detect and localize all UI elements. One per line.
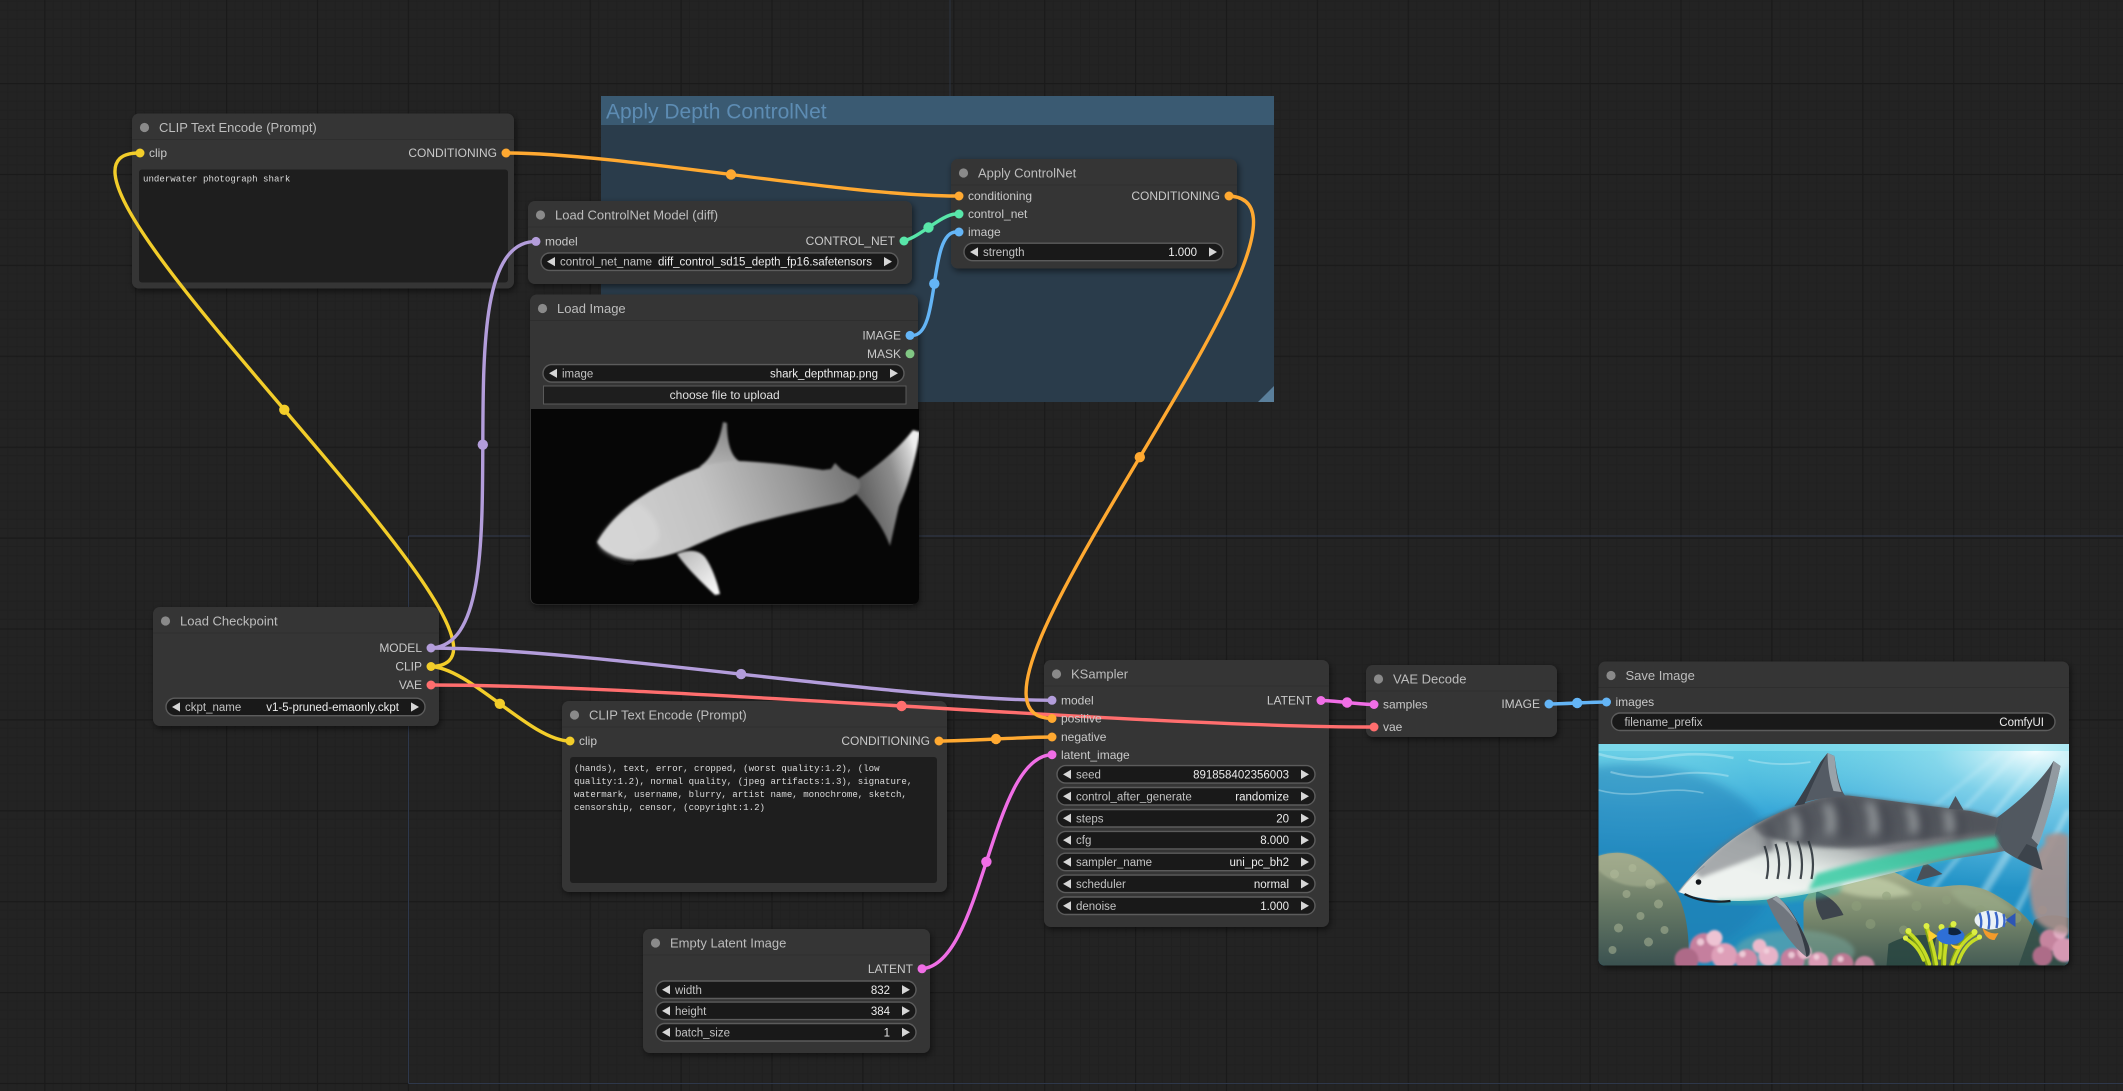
svg-text:control_net: control_net [968, 207, 1028, 221]
svg-text:Load Checkpoint: Load Checkpoint [180, 613, 278, 628]
svg-text:Load Image: Load Image [557, 301, 626, 316]
svg-text:MASK: MASK [867, 347, 901, 361]
svg-text:seed: seed [1076, 770, 1101, 782]
svg-text:CLIP Text Encode (Prompt): CLIP Text Encode (Prompt) [589, 707, 747, 722]
svg-text:height: height [675, 1006, 707, 1018]
svg-text:uni_pc_bh2: uni_pc_bh2 [1230, 857, 1289, 869]
svg-text:ComfyUI: ComfyUI [1999, 717, 2044, 729]
svg-text:control_after_generate: control_after_generate [1076, 791, 1192, 803]
svg-text:negative: negative [1061, 730, 1107, 744]
svg-text:8.000: 8.000 [1260, 835, 1289, 847]
svg-text:watermark, username, blurry, a: watermark, username, blurry, artist name… [574, 789, 907, 800]
svg-text:normal: normal [1254, 879, 1289, 891]
svg-text:clip: clip [579, 734, 597, 748]
svg-text:batch_size: batch_size [675, 1027, 730, 1039]
svg-text:Empty Latent Image: Empty Latent Image [670, 935, 786, 950]
svg-text:Apply Depth ControlNet: Apply Depth ControlNet [606, 101, 827, 124]
svg-text:images: images [1616, 695, 1655, 709]
svg-text:ckpt_name: ckpt_name [185, 702, 241, 714]
svg-text:conditioning: conditioning [968, 189, 1032, 203]
svg-text:891858402356003: 891858402356003 [1193, 770, 1289, 782]
svg-text:diff_control_sd15_depth_fp16.s: diff_control_sd15_depth_fp16.safetensors [658, 257, 872, 269]
svg-text:shark_depthmap.png: shark_depthmap.png [770, 368, 878, 380]
svg-text:image: image [968, 225, 1001, 239]
svg-text:choose file to upload: choose file to upload [670, 388, 780, 402]
svg-text:Load ControlNet Model (diff): Load ControlNet Model (diff) [555, 207, 718, 222]
svg-text:IMAGE: IMAGE [862, 329, 901, 343]
svg-text:LATENT: LATENT [868, 962, 914, 976]
svg-text:832: 832 [871, 985, 890, 997]
svg-text:positive: positive [1061, 712, 1102, 726]
svg-text:censorship, censor, (copyright: censorship, censor, (copyright:1.2) [574, 802, 765, 813]
svg-text:KSampler: KSampler [1071, 666, 1129, 681]
svg-text:CONDITIONING: CONDITIONING [841, 734, 930, 748]
svg-text:latent_image: latent_image [1061, 748, 1130, 762]
svg-text:MODEL: MODEL [379, 641, 422, 655]
svg-text:VAE Decode: VAE Decode [1393, 671, 1466, 686]
svg-text:Apply ControlNet: Apply ControlNet [978, 165, 1077, 180]
svg-text:width: width [674, 985, 702, 997]
svg-text:CONDITIONING: CONDITIONING [1131, 189, 1220, 203]
svg-text:1.000: 1.000 [1260, 901, 1289, 913]
svg-text:CLIP Text Encode (Prompt): CLIP Text Encode (Prompt) [159, 120, 317, 135]
svg-text:quality:1.2), normal quality,: quality:1.2), normal quality, (jpeg arti… [574, 776, 912, 787]
svg-text:steps: steps [1076, 813, 1104, 825]
svg-text:model: model [1061, 694, 1094, 708]
svg-text:(hands), text, error, cropped,: (hands), text, error, cropped, (worst qu… [574, 763, 880, 774]
svg-text:Save Image: Save Image [1626, 668, 1695, 683]
svg-text:clip: clip [149, 146, 167, 160]
svg-text:filename_prefix: filename_prefix [1625, 717, 1703, 729]
svg-text:384: 384 [871, 1006, 891, 1018]
svg-text:vae: vae [1383, 720, 1403, 734]
svg-text:VAE: VAE [399, 678, 422, 692]
svg-text:LATENT: LATENT [1267, 694, 1313, 708]
svg-text:randomize: randomize [1235, 791, 1289, 803]
svg-text:sampler_name: sampler_name [1076, 857, 1152, 869]
svg-text:cfg: cfg [1076, 835, 1091, 847]
svg-text:underwater photograph shark: underwater photograph shark [143, 174, 290, 185]
svg-text:CLIP: CLIP [395, 660, 422, 674]
svg-text:1.000: 1.000 [1168, 247, 1197, 259]
svg-text:denoise: denoise [1076, 901, 1116, 913]
svg-text:model: model [545, 235, 578, 249]
svg-text:CONDITIONING: CONDITIONING [408, 146, 497, 160]
svg-text:CONTROL_NET: CONTROL_NET [806, 234, 896, 248]
svg-text:20: 20 [1276, 813, 1289, 825]
svg-text:control_net_name: control_net_name [560, 257, 652, 269]
svg-text:v1-5-pruned-emaonly.ckpt: v1-5-pruned-emaonly.ckpt [266, 702, 400, 714]
svg-text:strength: strength [983, 247, 1025, 259]
svg-text:image: image [562, 368, 593, 380]
svg-text:IMAGE: IMAGE [1501, 697, 1540, 711]
svg-text:samples: samples [1383, 698, 1428, 712]
svg-text:scheduler: scheduler [1076, 879, 1126, 891]
svg-text:1: 1 [884, 1027, 890, 1039]
